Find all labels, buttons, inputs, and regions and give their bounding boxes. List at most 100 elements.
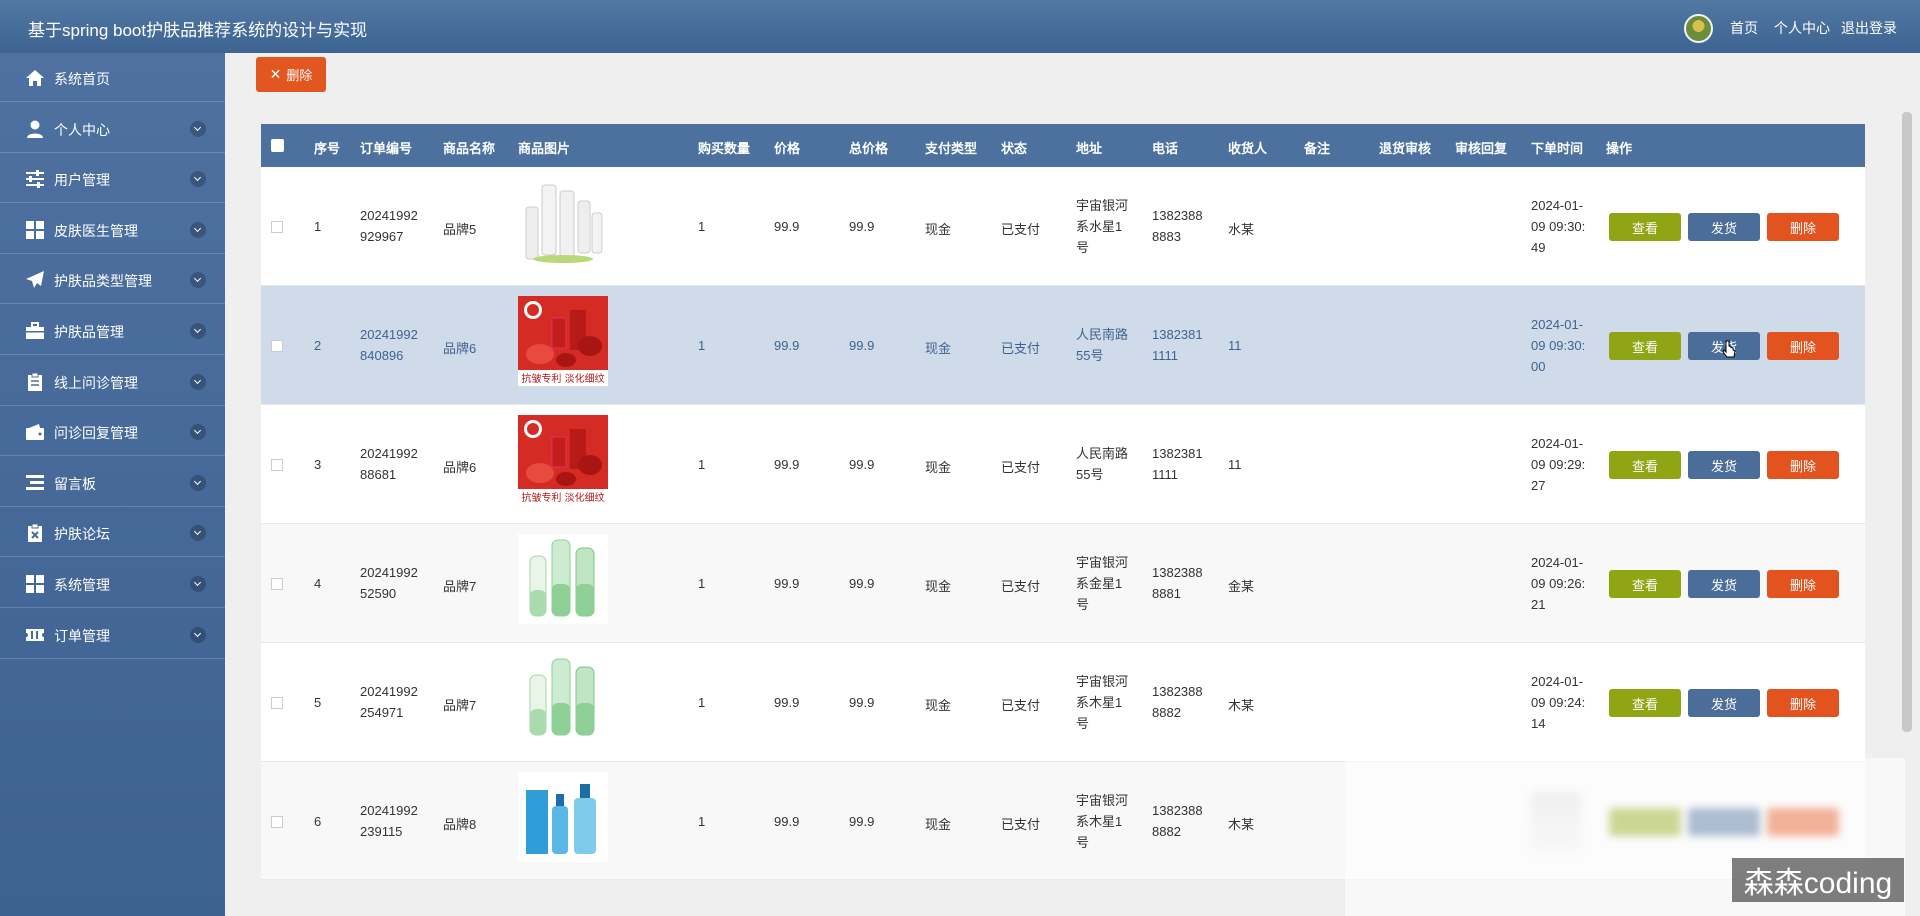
phone-line: 8883 <box>1152 229 1181 244</box>
cell-product: 品牌5 <box>443 222 477 237</box>
cell-qty: 1 <box>698 219 706 234</box>
sidebar-item-8[interactable]: 问诊回复管理 <box>0 407 225 457</box>
row-checkbox[interactable] <box>271 459 283 471</box>
ship-button[interactable]: 发货 <box>1688 213 1760 241</box>
cell-total: 99.9 <box>849 457 875 472</box>
view-button[interactable]: 查看 <box>1609 570 1681 598</box>
cell-qty: 1 <box>698 338 706 353</box>
cell-order-time: 2024-01- 09 09:30: 49 <box>1531 195 1585 258</box>
product-caption: 抗皱专利 淡化细纹 <box>521 372 604 385</box>
chevron-down-icon[interactable] <box>190 626 206 643</box>
sidebar-item-6[interactable]: 护肤品管理 <box>0 306 225 355</box>
delete-button[interactable]: 删除 <box>1767 332 1839 360</box>
nav-profile-link[interactable]: 个人中心 <box>1774 18 1830 38</box>
delete-button[interactable]: 删除 <box>1767 451 1839 479</box>
row-checkbox[interactable] <box>271 578 283 590</box>
chevron-down-icon[interactable] <box>190 120 206 137</box>
phone-line: 8882 <box>1152 705 1181 720</box>
view-button[interactable]: 查看 <box>1609 451 1681 479</box>
order_no-line: 52590 <box>360 586 397 601</box>
cell-order-time: 2024-01- 09 09:30: 00 <box>1531 314 1585 377</box>
order_no-line: 88681 <box>360 467 397 482</box>
cell-product: 品牌7 <box>443 579 477 594</box>
sliders-icon <box>26 170 44 189</box>
ship-button[interactable]: 发货 <box>1688 570 1760 598</box>
chevron-down-icon[interactable] <box>190 323 206 339</box>
row-checkbox[interactable] <box>271 816 283 828</box>
cell-total: 99.9 <box>849 814 875 829</box>
sidebar-item-1[interactable]: 系统首页 <box>0 53 225 102</box>
sidebar-item-7[interactable]: 线上问诊管理 <box>0 357 225 406</box>
sidebar-item-2[interactable]: 个人中心 <box>0 104 225 153</box>
app-title: 基于spring boot护肤品推荐系统的设计与实现 <box>28 21 368 40</box>
sidebar-item-label: 线上问诊管理 <box>54 374 138 391</box>
delete-button[interactable]: 删除 <box>1767 213 1839 241</box>
delete-button[interactable]: 删除 <box>1767 570 1839 598</box>
sidebar-item-5[interactable]: 护肤品类型管理 <box>0 255 225 305</box>
cell-phone: 1382388 8882 <box>1152 800 1203 842</box>
ship-button[interactable]: 发货 <box>1688 451 1760 479</box>
table-row[interactable]: 1 20241992 929967 品牌5 1 99.9 99.9 现金 已支付 宇宙银河 系水星1… <box>261 167 1865 286</box>
sidebar-item-label: 护肤品类型管理 <box>54 273 152 290</box>
address-line: 号 <box>1076 596 1090 612</box>
chevron-down-icon[interactable] <box>190 525 206 542</box>
cell-product: 品牌6 <box>443 341 477 356</box>
cell-pay-type: 现金 <box>925 698 952 713</box>
chevron-down-icon[interactable] <box>190 576 206 592</box>
cell-order-time: 2024-01- 09 09:26: 21 <box>1531 552 1585 615</box>
vertical-scrollbar[interactable] <box>1902 112 1912 732</box>
col-return-review: 退货审核 <box>1379 141 1432 156</box>
time-line: 09 09:30: <box>1531 218 1586 234</box>
time-line: 21 <box>1531 596 1546 612</box>
chevron-down-icon[interactable] <box>190 424 206 441</box>
time-line: 14 <box>1531 715 1546 731</box>
nav-logout-link[interactable]: 退出登录 <box>1841 18 1897 38</box>
view-button[interactable]: 查看 <box>1609 332 1681 360</box>
sidebar-item-9[interactable]: 留言板 <box>0 458 225 507</box>
sidebar-item-11[interactable]: 系统管理 <box>0 559 225 608</box>
avatar[interactable] <box>1684 14 1713 43</box>
cell-phone: 1382388 8881 <box>1152 562 1203 604</box>
table-row[interactable]: 2 20241992 840896 品牌6 抗皱专利 淡化细纹 1 99.9 99.9 现金 已支… <box>261 286 1865 405</box>
cell-qty: 1 <box>698 814 706 829</box>
sidebar-item-3[interactable]: 用户管理 <box>0 154 225 204</box>
cell-total: 99.9 <box>849 695 875 710</box>
nav-home-link[interactable]: 首页 <box>1730 18 1758 38</box>
cell-receiver: 木某 <box>1228 817 1255 832</box>
table-row[interactable]: 4 20241992 52590 品牌7 1 99.9 99.9 现金 已支付 宇宙银河 系金星1 号… <box>261 524 1865 643</box>
row-checkbox[interactable] <box>271 340 283 352</box>
chevron-down-icon[interactable] <box>190 373 206 390</box>
sidebar-item-label: 用户管理 <box>54 172 110 189</box>
table-row[interactable]: 5 20241992 254971 品牌7 1 99.9 99.9 现金 已支付 宇宙银河 系木星1… <box>261 643 1865 762</box>
sidebar-item-10[interactable]: 护肤论坛 <box>0 508 225 558</box>
select-all-checkbox[interactable] <box>271 139 284 152</box>
view-button[interactable]: 查看 <box>1609 213 1681 241</box>
ship-button[interactable]: 发货 <box>1688 689 1760 717</box>
address-line: 号 <box>1076 239 1090 255</box>
col-order-time: 下单时间 <box>1531 141 1584 156</box>
time-line: 2024-01- <box>1531 673 1584 689</box>
row-checkbox[interactable] <box>271 697 283 709</box>
top-bar: 基于spring boot护肤品推荐系统的设计与实现 首页 个人中心 退出登录 <box>0 0 1920 53</box>
chevron-down-icon[interactable] <box>190 171 206 188</box>
phone-line: 8881 <box>1152 586 1181 601</box>
sidebar-item-label: 系统首页 <box>54 71 110 87</box>
batch-delete-button[interactable]: ✕ 删除 <box>256 57 326 92</box>
row-checkbox[interactable] <box>271 221 283 233</box>
cell-address: 宇宙银河 系木星1 号 <box>1076 671 1128 734</box>
cell-product: 品牌6 <box>443 460 477 475</box>
delete-button[interactable]: 删除 <box>1767 689 1839 717</box>
table-row[interactable]: 3 20241992 88681 品牌6 抗皱专利 淡化细纹 1 99.9 99.9 现金 已支付… <box>261 405 1865 524</box>
home-icon <box>26 70 44 86</box>
cell-pay-type: 现金 <box>925 341 952 356</box>
chevron-down-icon[interactable] <box>190 221 206 238</box>
sidebar-item-12[interactable]: 订单管理 <box>0 610 225 659</box>
chevron-down-icon[interactable] <box>190 272 206 289</box>
product-image <box>518 534 608 624</box>
cell-total: 99.9 <box>849 338 875 353</box>
sidebar-item-4[interactable]: 皮肤医生管理 <box>0 205 225 254</box>
order_no-line: 20241992 <box>360 208 418 223</box>
chevron-down-icon[interactable] <box>190 474 206 491</box>
view-button[interactable]: 查看 <box>1609 689 1681 717</box>
cell-qty: 1 <box>698 576 706 591</box>
